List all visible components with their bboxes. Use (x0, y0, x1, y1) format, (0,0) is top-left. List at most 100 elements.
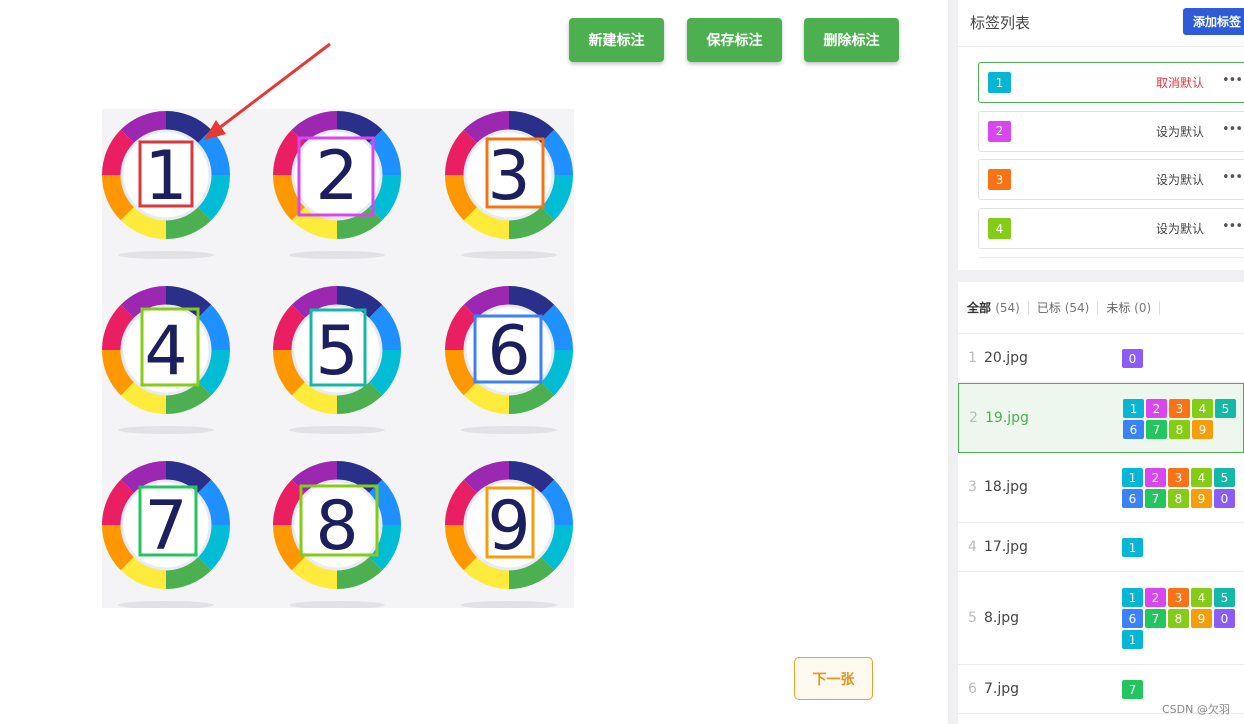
file-tag-chip: 9 (1191, 489, 1212, 508)
vertical-divider (948, 0, 958, 724)
tab-unlabeled-label: 未标 (1106, 300, 1131, 315)
annotation-app: 新建标注 保存标注 删除标注 123456789 下一张 标签列表 添加标签 1… (0, 0, 1244, 724)
file-tag-chip: 1 (1122, 630, 1143, 649)
file-tag-chip: 6 (1122, 609, 1143, 628)
tag-row[interactable]: 2 设为默认 ••• (978, 110, 1244, 152)
tag-row[interactable]: 3 设为默认 ••• (978, 159, 1244, 201)
file-name: 17.jpg (984, 538, 1028, 555)
digit-text: 5 (315, 312, 358, 391)
file-tag-chip: 1 (1122, 588, 1143, 607)
file-tags: 1 (1122, 538, 1242, 557)
file-tag-chip: 1 (1122, 538, 1143, 557)
tab-labeled-label: 已标 (1036, 300, 1061, 315)
set-default-button[interactable]: 设为默认 (1156, 171, 1204, 188)
tag-list-title: 标签列表 (970, 14, 1031, 32)
file-row[interactable]: 5 8.jpg 1 2 3 4 5 6 7 8 9 0 1 (958, 572, 1244, 665)
file-tag-chip: 8 (1168, 609, 1189, 628)
horizontal-divider (958, 270, 1244, 282)
tab-all-label: 全部 (967, 300, 992, 315)
file-index: 1 (968, 349, 977, 366)
digit-badge-7: 7 (102, 461, 230, 608)
set-default-button[interactable]: 设为默认 (1156, 123, 1204, 140)
digit-text: 3 (487, 137, 530, 216)
new-annotation-button[interactable]: 新建标注 (569, 18, 664, 62)
file-tag-chip: 1 (1122, 468, 1143, 487)
file-tag-chip: 2 (1145, 468, 1166, 487)
digit-badge-9: 9 (445, 461, 573, 608)
tag-row[interactable]: 4 设为默认 ••• (978, 208, 1244, 250)
file-index: 6 (968, 680, 977, 697)
tag-chip: 2 (988, 120, 1011, 142)
file-tag-chip: 4 (1191, 588, 1212, 607)
file-row[interactable]: 1 20.jpg 0 (958, 334, 1244, 383)
file-index: 2 (969, 410, 978, 426)
digit-badge-3: 3 (445, 111, 573, 259)
file-tags: 0 (1122, 349, 1242, 368)
file-row[interactable]: 2 19.jpg 1 2 3 4 5 6 7 8 9 (958, 383, 1244, 453)
filter-tabs: 全部 (54) 已标 (54) 未标 (0) (958, 282, 1244, 334)
annotated-image[interactable]: 1 2 3 4 5 6 7 8 9 (102, 109, 574, 608)
digit-badge-8: 8 (273, 461, 401, 608)
tab-unlabeled-count: (0) (1134, 300, 1152, 315)
tag-chip: 4 (988, 218, 1011, 240)
file-name: 18.jpg (984, 479, 1028, 495)
file-row[interactable]: 4 17.jpg 1 (958, 523, 1244, 572)
next-image-button[interactable]: 下一张 (794, 657, 873, 700)
tab-unlabeled[interactable]: 未标 (0) (1106, 300, 1161, 315)
file-index: 3 (968, 479, 977, 495)
more-dots-icon[interactable]: ••• (1222, 170, 1243, 185)
file-tag-chip: 9 (1192, 420, 1213, 439)
digit-text: 4 (144, 312, 187, 391)
tab-labeled-count: (54) (1064, 300, 1090, 315)
digit-text: 2 (315, 137, 358, 216)
file-tags: 7 (1122, 680, 1242, 699)
watermark: CSDN @欠羽 (1162, 703, 1230, 716)
file-tag-chip: 7 (1122, 680, 1143, 699)
file-tag-chip: 0 (1122, 349, 1143, 368)
more-dots-icon[interactable]: ••• (1222, 122, 1243, 137)
file-name: 8.jpg (984, 609, 1020, 626)
divider (978, 257, 1244, 258)
digit-badge-2: 2 (273, 111, 401, 259)
tab-all[interactable]: 全部 (54) (967, 300, 1029, 315)
file-tag-chip: 3 (1168, 468, 1189, 487)
file-tag-chip: 7 (1145, 489, 1166, 508)
digit-text: 1 (144, 137, 187, 216)
file-tag-chip: 5 (1214, 468, 1235, 487)
file-tags: 12345678901 (1122, 588, 1242, 649)
file-tag-chip: 2 (1145, 588, 1166, 607)
digit-badge-1: 1 (102, 111, 230, 259)
file-tag-chip: 7 (1146, 420, 1167, 439)
file-index: 5 (968, 609, 977, 626)
file-tags: 12345 6789 (1123, 399, 1243, 439)
save-annotation-button[interactable]: 保存标注 (687, 18, 782, 62)
file-row[interactable]: 3 18.jpg 1 2 3 4 5 6 7 8 9 0 (958, 453, 1244, 523)
tag-list-panel: 标签列表 添加标签 1 取消默认 ••• 2 设为默认 ••• 3 设为默认 ••• 4 设为默认 •… (958, 0, 1244, 270)
image-canvas[interactable]: 1 2 3 4 5 6 78 9 (102, 109, 574, 608)
unset-default-button[interactable]: 取消默认 (1156, 74, 1204, 91)
file-tag-chip: 6 (1122, 489, 1143, 508)
file-name: 19.jpg (985, 410, 1029, 426)
file-tag-chip: 3 (1169, 399, 1190, 418)
file-tags: 12345 67890 (1122, 468, 1242, 508)
file-tag-chip: 8 (1169, 420, 1190, 439)
file-tag-chip: 0 (1214, 489, 1235, 508)
file-tag-chip: 4 (1192, 399, 1213, 418)
tag-chip: 1 (988, 72, 1011, 93)
delete-annotation-button[interactable]: 删除标注 (804, 18, 899, 62)
more-dots-icon[interactable]: ••• (1222, 73, 1243, 88)
digit-badge-6: 6 (445, 286, 573, 434)
file-list-panel: 全部 (54) 已标 (54) 未标 (0) 1 20.jpg 0 2 19.jpg 1 2… (958, 282, 1244, 724)
tag-row[interactable]: 1 取消默认 ••• (978, 62, 1244, 103)
tab-labeled[interactable]: 已标 (54) (1036, 300, 1099, 315)
tag-chip: 3 (988, 169, 1011, 191)
file-tag-chip: 5 (1215, 399, 1236, 418)
file-tag-chip: 0 (1214, 609, 1235, 628)
digit-badge-5: 5 (273, 286, 401, 434)
file-tag-chip: 2 (1146, 399, 1167, 418)
set-default-button[interactable]: 设为默认 (1156, 220, 1204, 237)
file-tag-chip: 3 (1168, 588, 1189, 607)
file-index: 4 (968, 538, 977, 555)
more-dots-icon[interactable]: ••• (1222, 219, 1243, 234)
add-tag-button[interactable]: 添加标签 (1183, 8, 1244, 35)
